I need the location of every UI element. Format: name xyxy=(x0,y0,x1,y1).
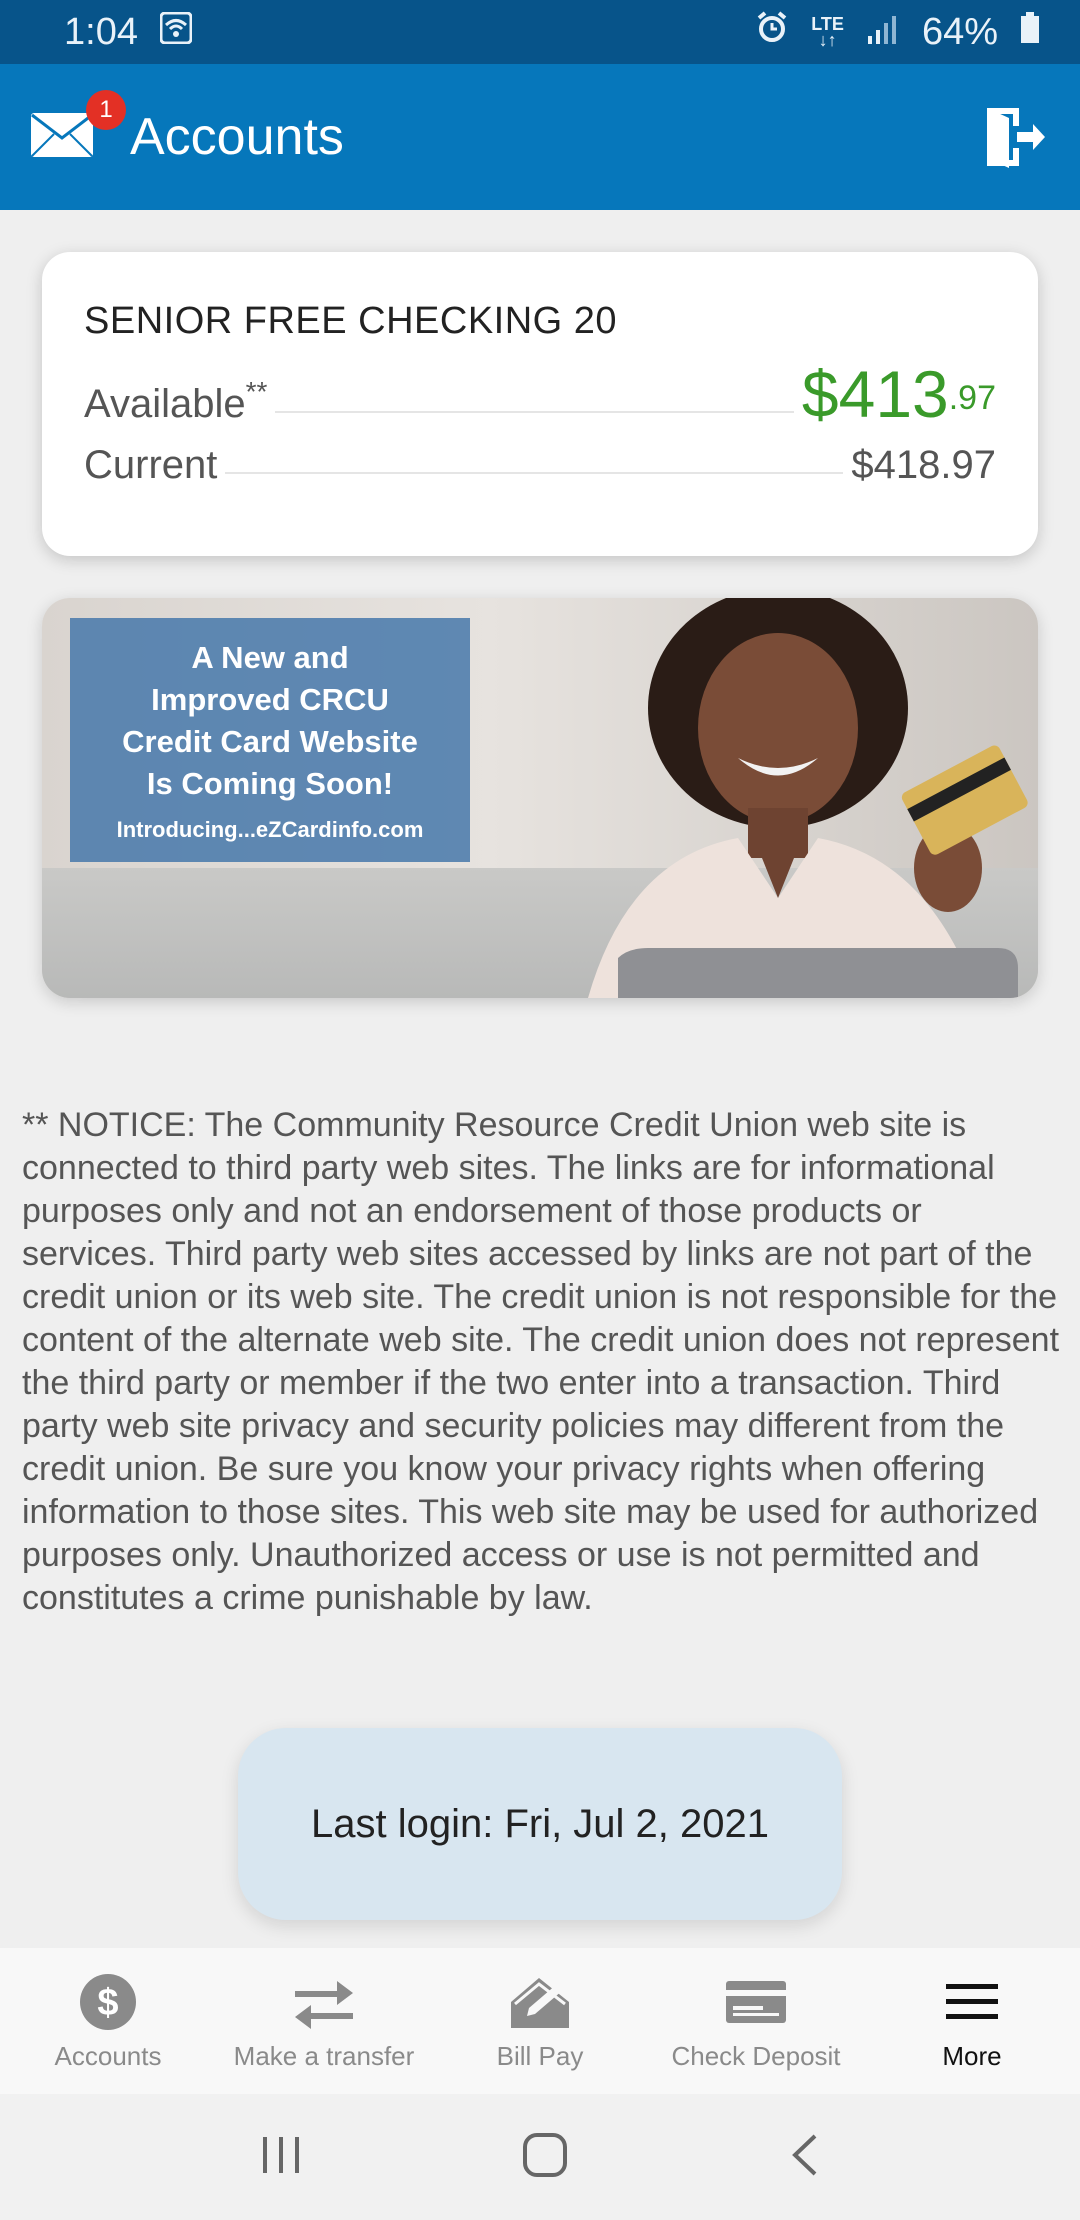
check-icon xyxy=(725,1971,787,2033)
account-card[interactable]: SENIOR FREE CHECKING 20 Available** $413… xyxy=(42,252,1038,556)
dollar-circle-icon: $ xyxy=(79,1971,137,2033)
lte-indicator: LTE ↓↑ xyxy=(811,14,844,50)
status-bar: 1:04 LTE ↓↑ 64% xyxy=(0,0,1080,64)
available-label: Available** xyxy=(84,376,267,427)
home-icon xyxy=(522,2132,567,2177)
nav-transfer-label: Make a transfer xyxy=(233,2040,415,2071)
promo-banner[interactable]: A New and Improved CRCU Credit Card Webs… xyxy=(42,598,1038,998)
nav-accounts[interactable]: $ Accounts xyxy=(0,1948,216,2094)
signal-icon xyxy=(866,11,900,54)
recent-apps-icon xyxy=(263,2136,300,2173)
current-label: Current xyxy=(84,443,218,487)
logout-button[interactable] xyxy=(980,102,1050,172)
status-left: 1:04 xyxy=(64,10,193,54)
transfer-arrows-icon xyxy=(293,1971,355,2033)
nav-accounts-label: Accounts xyxy=(54,2040,162,2071)
last-login-toast: Last login: Fri, Jul 2, 2021 xyxy=(238,1728,842,1920)
nav-more[interactable]: More xyxy=(864,1948,1080,2094)
available-label-text: Available xyxy=(84,382,246,426)
available-balance-row: Available** $413.97 xyxy=(84,361,996,427)
lte-label: LTE xyxy=(811,14,844,34)
system-navigation-bar xyxy=(0,2094,1080,2220)
account-name: SENIOR FREE CHECKING 20 xyxy=(84,300,618,342)
message-count-badge: 1 xyxy=(86,90,126,130)
nav-more-label: More xyxy=(942,2040,1002,2071)
nav-make-a-transfer[interactable]: Make a transfer xyxy=(216,1948,432,2094)
back-chevron-icon xyxy=(791,2134,817,2175)
wifi-calling-icon xyxy=(159,11,193,54)
logout-icon xyxy=(987,108,1045,168)
available-dollars: $413 xyxy=(801,357,949,431)
available-cents: .97 xyxy=(948,379,996,417)
page-title: Accounts xyxy=(130,108,344,166)
banner-headline: A New and Improved CRCU Credit Card Webs… xyxy=(122,640,418,801)
dotted-leader xyxy=(275,411,794,413)
alarm-icon xyxy=(755,10,789,54)
home-button[interactable] xyxy=(522,2132,568,2183)
battery-percent: 64% xyxy=(921,10,998,53)
available-balance: $413.97 xyxy=(802,361,996,427)
messages-button[interactable]: 1 xyxy=(30,90,126,162)
nav-check-deposit[interactable]: Check Deposit xyxy=(648,1948,864,2094)
nav-bill-pay[interactable]: Bill Pay xyxy=(432,1948,648,2094)
legal-notice: ** NOTICE: The Community Resource Credit… xyxy=(22,1106,1060,1617)
nav-bill-pay-label: Bill Pay xyxy=(496,2040,584,2071)
banner-subline: Introducing...eZCardinfo.com xyxy=(116,817,424,842)
current-balance: $418.97 xyxy=(851,443,996,487)
envelope-pen-icon xyxy=(509,1971,571,2033)
mail-icon xyxy=(31,113,93,157)
status-right: LTE ↓↑ 64% xyxy=(755,10,1040,54)
banner-text-box: A New and Improved CRCU Credit Card Webs… xyxy=(70,618,470,862)
bottom-navigation: $ Accounts Make a transfer Bill Pay Chec… xyxy=(0,1948,1080,2094)
current-balance-row: Current $418.97 xyxy=(84,443,996,488)
nav-check-deposit-label: Check Deposit xyxy=(671,2040,841,2071)
hamburger-menu-icon xyxy=(946,1971,998,2033)
status-time: 1:04 xyxy=(64,10,138,53)
app-bar: 1 Accounts xyxy=(0,64,1080,210)
available-footnote-marker: ** xyxy=(245,376,268,407)
woman-holding-credit-card-image xyxy=(588,598,1028,998)
battery-icon xyxy=(1020,11,1040,54)
svg-text:$: $ xyxy=(97,1982,118,2024)
recent-apps-button[interactable] xyxy=(259,2135,303,2180)
back-button[interactable] xyxy=(787,2133,821,2182)
dotted-leader xyxy=(225,472,844,474)
